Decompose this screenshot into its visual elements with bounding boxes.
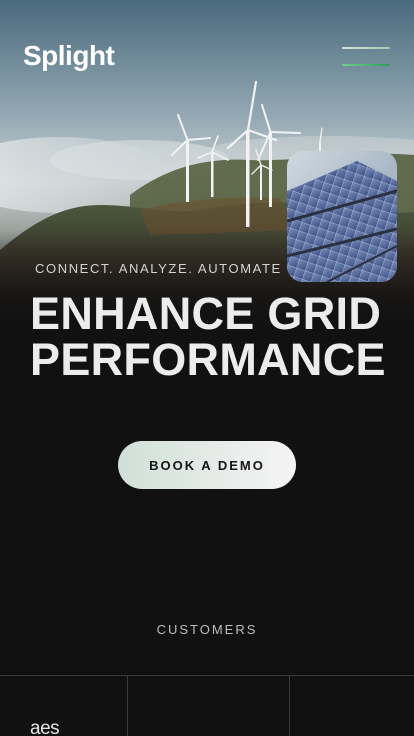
solar-panels-illustration — [287, 151, 397, 282]
hamburger-menu-icon[interactable] — [338, 42, 394, 72]
hero-headline: ENHANCE GRID PERFORMANCE — [30, 291, 410, 383]
menu-line-bottom — [342, 64, 390, 66]
customer-logo-cell — [128, 676, 290, 736]
splight-logo[interactable]: Splight — [23, 40, 115, 72]
headline-line-1: ENHANCE GRID — [30, 288, 382, 339]
menu-line-top — [342, 47, 390, 49]
customers-section-label: CUSTOMERS — [156, 622, 258, 637]
customer-logo-cell — [290, 676, 414, 736]
headline-line-2: PERFORMANCE — [30, 334, 386, 385]
book-demo-button[interactable]: BOOK A DEMO — [118, 441, 296, 489]
aes-logo: aes — [30, 718, 60, 736]
landing-page: Splight CONNECT. ANALYZE. AUTOMATE ENHAN… — [0, 0, 414, 736]
customer-logo-cell: aes — [0, 676, 128, 736]
site-header: Splight — [0, 0, 414, 110]
customer-logo-grid: aes — [0, 675, 414, 736]
hero-tagline: CONNECT. ANALYZE. AUTOMATE — [35, 261, 282, 276]
solar-panels-image — [287, 151, 397, 282]
